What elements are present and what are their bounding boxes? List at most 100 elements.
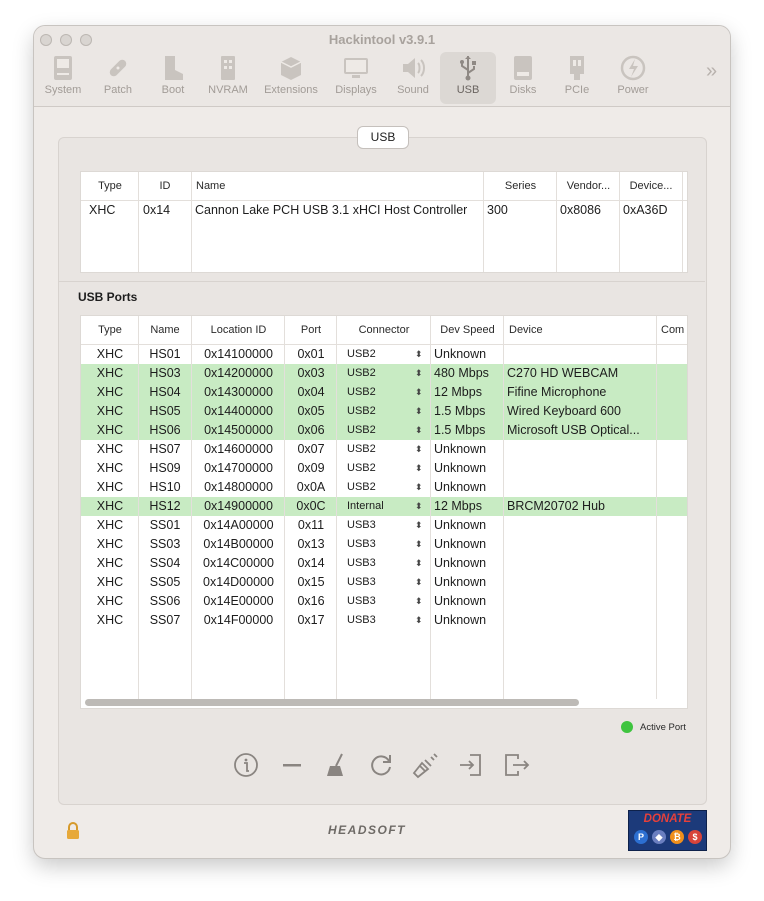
chevron-updown-icon: ⬍ bbox=[415, 349, 423, 359]
clear-icon[interactable] bbox=[322, 751, 350, 779]
col-header-comment[interactable]: Com bbox=[661, 316, 687, 344]
col-header-vendor[interactable]: Vendor... bbox=[557, 172, 620, 200]
toolbar-patch[interactable]: Patch bbox=[90, 52, 146, 104]
toolbar-power-label: Power bbox=[617, 84, 649, 96]
export-icon[interactable] bbox=[502, 751, 530, 779]
titlebar: Hackintool v3.9.1 System Patch Boot NVRA… bbox=[34, 26, 730, 107]
table-row[interactable]: XHC HS06 0x14500000 0x06 1.5 Mbps Microsoft U… bbox=[81, 421, 687, 440]
col-header-type[interactable]: Type bbox=[81, 172, 139, 200]
port-location-id: 0x14D00000 bbox=[203, 575, 274, 589]
chevron-updown-icon: ⬍ bbox=[415, 501, 423, 511]
connector-select[interactable]: USB2 bbox=[347, 383, 417, 402]
port-dev-speed: 12 Mbps bbox=[434, 499, 482, 513]
table-row[interactable]: XHC HS07 0x14600000 0x07 Unknown USB2 ⬍ bbox=[81, 440, 687, 459]
port-number: 0x07 bbox=[297, 442, 325, 456]
horizontal-scrollbar[interactable] bbox=[85, 699, 579, 706]
connector-select[interactable]: USB2 bbox=[347, 459, 417, 478]
port-device: Wired Keyboard 600 bbox=[507, 404, 621, 418]
toolbar-sound-label: Sound bbox=[397, 84, 429, 96]
refresh-icon[interactable] bbox=[367, 751, 395, 779]
connector-select[interactable]: USB3 bbox=[347, 592, 417, 611]
table-row[interactable]: XHC HS05 0x14400000 0x05 1.5 Mbps Wired Keybo… bbox=[81, 402, 687, 421]
col-header-port[interactable]: Port bbox=[285, 316, 337, 344]
table-row[interactable]: XHC HS12 0x14900000 0x0C 12 Mbps BRCM20702 Hu… bbox=[81, 497, 687, 516]
port-device bbox=[507, 440, 652, 459]
donate-button[interactable]: DONATE P ◆ ₿ $ bbox=[628, 810, 707, 851]
port-dev-speed: Unknown bbox=[434, 347, 487, 361]
controller-device: 0xA36D bbox=[623, 203, 668, 217]
connector-select[interactable]: USB2 bbox=[347, 345, 417, 364]
col-header-id[interactable]: ID bbox=[139, 172, 191, 200]
connector-select[interactable]: USB2 bbox=[347, 440, 417, 459]
table-row[interactable]: XHC HS10 0x14800000 0x0A Unknown USB2 ⬍ bbox=[81, 478, 687, 497]
connector-select[interactable]: USB3 bbox=[347, 573, 417, 592]
col-header-name[interactable]: Name bbox=[139, 316, 191, 344]
power-icon bbox=[620, 55, 646, 81]
chevron-updown-icon: ⬍ bbox=[415, 463, 423, 473]
usb-ports-table[interactable]: Type Name Location ID Port Connector Dev… bbox=[80, 315, 688, 709]
table-row[interactable]: XHC SS01 0x14A00000 0x11 Unknown USB3 ⬍ bbox=[81, 516, 687, 535]
tab-usb[interactable]: USB bbox=[357, 126, 409, 149]
inject-icon[interactable] bbox=[412, 751, 440, 779]
connector-select[interactable]: USB3 bbox=[347, 516, 417, 535]
toolbar-sound[interactable]: Sound bbox=[385, 52, 441, 104]
toolbar-extensions[interactable]: Extensions bbox=[263, 52, 319, 104]
col-header-type[interactable]: Type bbox=[81, 316, 139, 344]
table-row[interactable]: XHC SS06 0x14E00000 0x16 Unknown USB3 ⬍ bbox=[81, 592, 687, 611]
connector-select[interactable]: USB2 bbox=[347, 402, 417, 421]
controllers-table[interactable]: Type ID Name Series Vendor... Device... … bbox=[80, 171, 688, 273]
controller-name: Cannon Lake PCH USB 3.1 xHCI Host Contro… bbox=[195, 203, 468, 217]
toolbar-system[interactable]: System bbox=[35, 52, 91, 104]
port-device bbox=[507, 592, 652, 611]
connector-select[interactable]: USB3 bbox=[347, 554, 417, 573]
port-location-id: 0x14E00000 bbox=[203, 594, 274, 608]
table-row[interactable]: XHC HS03 0x14200000 0x03 480 Mbps C270 HD WEB… bbox=[81, 364, 687, 383]
toolbar-power[interactable]: Power bbox=[605, 52, 661, 104]
controller-vendor: 0x8086 bbox=[560, 203, 602, 217]
port-location-id: 0x14900000 bbox=[204, 499, 273, 513]
toolbar-boot[interactable]: Boot bbox=[145, 52, 201, 104]
port-location-id: 0x14400000 bbox=[204, 404, 273, 418]
lock-icon[interactable] bbox=[65, 822, 81, 840]
col-header-device[interactable]: Device... bbox=[620, 172, 682, 200]
toolbar-displays[interactable]: Displays bbox=[328, 52, 384, 104]
connector-select[interactable]: USB2 bbox=[347, 364, 417, 383]
col-header-location-id[interactable]: Location ID bbox=[192, 316, 285, 344]
connector-select[interactable]: USB2 bbox=[347, 478, 417, 497]
table-row[interactable]: XHC HS01 0x14100000 0x01 Unknown USB2 ⬍ bbox=[81, 345, 687, 364]
port-type: XHC bbox=[96, 613, 124, 627]
connector-select[interactable]: USB3 bbox=[347, 535, 417, 554]
connector-select[interactable]: USB3 bbox=[347, 611, 417, 630]
chevron-updown-icon: ⬍ bbox=[415, 444, 423, 454]
connector-select[interactable]: Internal bbox=[347, 497, 417, 516]
import-icon[interactable] bbox=[457, 751, 485, 779]
port-device: Microsoft USB Optical... bbox=[507, 423, 640, 437]
table-row[interactable]: XHC SS04 0x14C00000 0x14 Unknown USB3 ⬍ bbox=[81, 554, 687, 573]
toolbar-nvram[interactable]: NVRAM bbox=[200, 52, 256, 104]
port-number: 0x01 bbox=[297, 347, 325, 361]
toolbar-pcie[interactable]: PCIe bbox=[549, 52, 605, 104]
port-location-id: 0x14500000 bbox=[204, 423, 273, 437]
table-row[interactable]: XHC HS04 0x14300000 0x04 12 Mbps Fifine Micro… bbox=[81, 383, 687, 402]
port-type: XHC bbox=[96, 385, 124, 399]
col-header-name[interactable]: Name bbox=[196, 172, 476, 200]
system-icon bbox=[54, 56, 72, 80]
toolbar-overflow-button[interactable]: » bbox=[706, 60, 717, 83]
port-dev-speed: Unknown bbox=[434, 442, 487, 456]
connector-select[interactable]: USB2 bbox=[347, 421, 417, 440]
table-row[interactable]: XHC SS07 0x14F00000 0x17 Unknown USB3 ⬍ bbox=[81, 611, 687, 630]
headsoft-logo: HEADSOFT bbox=[328, 823, 406, 837]
col-header-device[interactable]: Device bbox=[509, 316, 654, 344]
remove-icon[interactable] bbox=[278, 751, 306, 779]
table-row[interactable]: XHC SS05 0x14D00000 0x15 Unknown USB3 ⬍ bbox=[81, 573, 687, 592]
port-location-id: 0x14B00000 bbox=[203, 537, 274, 551]
table-row[interactable]: XHC HS09 0x14700000 0x09 Unknown USB2 ⬍ bbox=[81, 459, 687, 478]
port-name: HS07 bbox=[149, 442, 181, 456]
col-header-series[interactable]: Series bbox=[484, 172, 557, 200]
toolbar-disks[interactable]: Disks bbox=[495, 52, 551, 104]
info-icon[interactable] bbox=[232, 751, 260, 779]
toolbar-usb[interactable]: USB bbox=[440, 52, 496, 104]
table-row[interactable]: XHC SS03 0x14B00000 0x13 Unknown USB3 ⬍ bbox=[81, 535, 687, 554]
col-header-dev-speed[interactable]: Dev Speed bbox=[431, 316, 504, 344]
col-header-connector[interactable]: Connector bbox=[337, 316, 431, 344]
